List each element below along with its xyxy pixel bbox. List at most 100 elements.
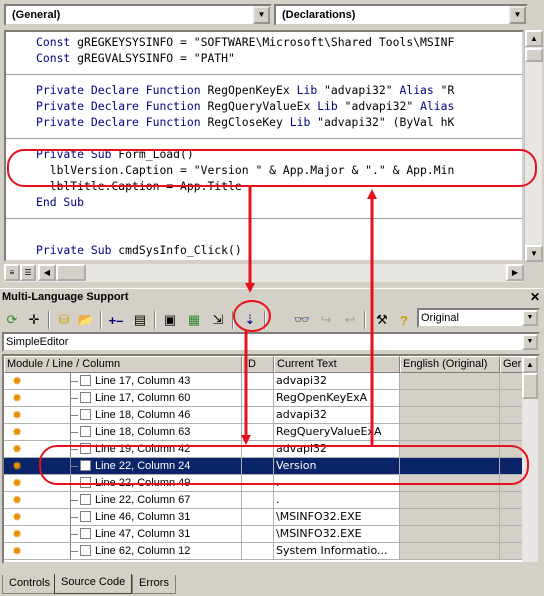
- find-next-icon[interactable]: ↪: [316, 310, 336, 330]
- table-row[interactable]: ✹ Line 47, Column 31 \MSINFO32.EXE: [4, 526, 524, 543]
- tools-icon[interactable]: ⚒: [372, 310, 392, 330]
- refresh-icon[interactable]: ⟳: [2, 310, 22, 330]
- find-binoculars-icon[interactable]: 👓: [292, 310, 312, 330]
- import-icon[interactable]: ⇲: [208, 310, 228, 330]
- cell-english[interactable]: [400, 390, 500, 407]
- cell-english[interactable]: [400, 543, 500, 560]
- row-checkbox[interactable]: [80, 527, 91, 539]
- cell-current-text[interactable]: \MSINFO32.EXE: [274, 509, 400, 526]
- cell-german[interactable]: [500, 458, 524, 475]
- chevron-down-icon[interactable]: ▼: [253, 6, 270, 24]
- scroll-up-icon[interactable]: ▲: [525, 30, 543, 47]
- object-combo[interactable]: (General) ▼: [4, 4, 272, 26]
- cell-german[interactable]: [500, 407, 524, 424]
- cell-german[interactable]: [500, 509, 524, 526]
- table-row[interactable]: ✹ Line 46, Column 31 \MSINFO32.EXE: [4, 509, 524, 526]
- open-folder-icon[interactable]: 📂: [76, 310, 96, 330]
- cell-english[interactable]: [400, 373, 500, 390]
- scroll-thumb[interactable]: [525, 48, 543, 62]
- cell-current-text[interactable]: System Informatio...: [274, 543, 400, 560]
- cell-current-text[interactable]: Version: [274, 458, 400, 475]
- cell-current-text[interactable]: advapi32: [274, 407, 400, 424]
- scroll-up-icon[interactable]: ▲: [522, 356, 538, 373]
- tab-errors[interactable]: Errors: [132, 575, 176, 594]
- close-icon[interactable]: ✕: [528, 290, 542, 304]
- chevron-down-icon[interactable]: ▼: [522, 310, 538, 326]
- cell-english[interactable]: [400, 526, 500, 543]
- table-row[interactable]: ✹ Line 22, Column 67.: [4, 492, 524, 509]
- table-row[interactable]: ✹ Line 19, Column 42 advapi32: [4, 441, 524, 458]
- properties-icon[interactable]: ▣: [160, 310, 180, 330]
- cell-current-text[interactable]: advapi32: [274, 373, 400, 390]
- scroll-right-icon[interactable]: ▶: [506, 264, 524, 281]
- cell-german[interactable]: [500, 390, 524, 407]
- scroll-down-icon[interactable]: ▼: [525, 245, 543, 262]
- cell-german[interactable]: [500, 543, 524, 560]
- table-row[interactable]: ✹ Line 22, Column 49.: [4, 475, 524, 492]
- tab-controls[interactable]: Controls: [2, 575, 57, 594]
- scroll-thumb[interactable]: [522, 373, 538, 399]
- table-row[interactable]: ✹ Line 62, Column 12 System Informatio...: [4, 543, 524, 560]
- scroll-thumb[interactable]: [56, 264, 86, 281]
- column-header-english[interactable]: English (Original): [400, 356, 500, 373]
- row-checkbox[interactable]: [80, 493, 91, 505]
- row-checkbox[interactable]: [80, 408, 91, 420]
- cell-english[interactable]: [400, 458, 500, 475]
- chevron-down-icon[interactable]: ▼: [522, 334, 538, 350]
- row-checkbox[interactable]: [80, 425, 91, 437]
- find-previous-icon[interactable]: ↩: [340, 310, 360, 330]
- row-checkbox[interactable]: [80, 374, 91, 386]
- row-checkbox[interactable]: [80, 510, 91, 522]
- strings-grid[interactable]: Module / Line / Column ID Current Text E…: [2, 354, 540, 564]
- cell-english[interactable]: [400, 509, 500, 526]
- row-checkbox[interactable]: [80, 442, 91, 454]
- cell-english[interactable]: [400, 475, 500, 492]
- cell-english[interactable]: [400, 441, 500, 458]
- full-module-view-icon[interactable]: ☰: [20, 264, 36, 281]
- cell-current-text[interactable]: RegOpenKeyExA: [274, 390, 400, 407]
- database-icon[interactable]: ⛁: [54, 310, 74, 330]
- sort-icon[interactable]: ⇣: [240, 310, 260, 330]
- table-row[interactable]: ✹ Line 22, Column 24 Version: [4, 458, 524, 475]
- export-excel-icon[interactable]: ▦: [184, 310, 204, 330]
- cell-english[interactable]: [400, 407, 500, 424]
- crosshair-icon[interactable]: ✛: [24, 310, 44, 330]
- help-icon[interactable]: ?: [394, 310, 414, 330]
- cell-current-text[interactable]: advapi32: [274, 441, 400, 458]
- column-header-id[interactable]: ID: [242, 356, 274, 373]
- cell-current-text[interactable]: RegQueryValueExA: [274, 424, 400, 441]
- document-icon[interactable]: ▤: [130, 310, 150, 330]
- code-horizontal-scrollbar[interactable]: ≡ ☰ ◀ ▶: [4, 264, 524, 282]
- cell-german[interactable]: [500, 475, 524, 492]
- cell-current-text[interactable]: .: [274, 475, 400, 492]
- indent-icon[interactable]: +–: [106, 310, 126, 330]
- table-row[interactable]: ✹ Line 18, Column 46 advapi32: [4, 407, 524, 424]
- cell-english[interactable]: [400, 492, 500, 509]
- row-checkbox[interactable]: [80, 476, 91, 488]
- procedure-combo[interactable]: (Declarations) ▼: [274, 4, 528, 26]
- cell-german[interactable]: [500, 526, 524, 543]
- table-row[interactable]: ✹ Line 17, Column 60 RegOpenKeyExA: [4, 390, 524, 407]
- row-checkbox[interactable]: [80, 391, 91, 403]
- editor-combo[interactable]: SimpleEditor ▼: [2, 332, 540, 352]
- cell-german[interactable]: [500, 373, 524, 390]
- table-row[interactable]: ✹ Line 18, Column 63 RegQueryValueExA: [4, 424, 524, 441]
- row-checkbox[interactable]: [80, 544, 91, 556]
- cell-english[interactable]: [400, 424, 500, 441]
- scroll-left-icon[interactable]: ◀: [38, 264, 56, 281]
- cell-german[interactable]: [500, 424, 524, 441]
- cell-current-text[interactable]: \MSINFO32.EXE: [274, 526, 400, 543]
- table-row[interactable]: ✹ Line 17, Column 43 advapi32: [4, 373, 524, 390]
- cell-german[interactable]: [500, 441, 524, 458]
- language-combo[interactable]: Original ▼: [417, 308, 540, 328]
- cell-current-text[interactable]: .: [274, 492, 400, 509]
- cell-german[interactable]: [500, 492, 524, 509]
- row-checkbox[interactable]: [80, 459, 91, 471]
- procedure-view-icon[interactable]: ≡: [4, 264, 20, 281]
- tab-source-code[interactable]: Source Code: [54, 574, 133, 594]
- grid-vertical-scrollbar[interactable]: ▲: [522, 356, 538, 562]
- code-editor[interactable]: Const gREGKEYSYSINFO = "SOFTWARE\Microso…: [4, 30, 524, 262]
- column-header-module[interactable]: Module / Line / Column: [4, 356, 242, 373]
- chevron-down-icon[interactable]: ▼: [509, 6, 526, 24]
- column-header-current-text[interactable]: Current Text: [274, 356, 400, 373]
